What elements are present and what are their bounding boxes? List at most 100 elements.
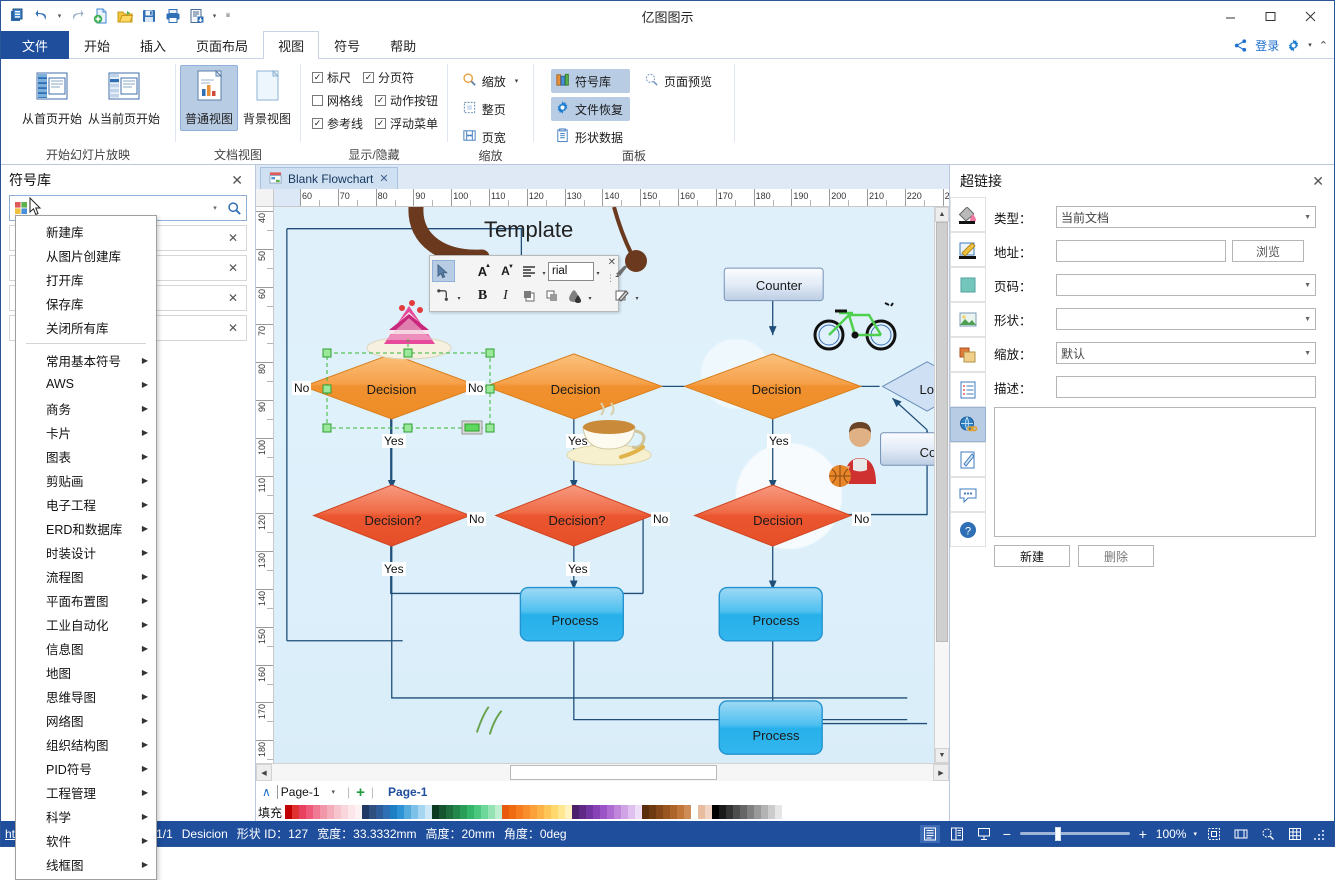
color-swatch[interactable] xyxy=(299,805,307,819)
font-name-field[interactable]: rial xyxy=(548,261,594,281)
menu-item-network[interactable]: 网络图 ▶ xyxy=(16,708,156,732)
color-swatch[interactable] xyxy=(341,805,349,819)
login-link[interactable]: 登录 xyxy=(1255,37,1279,54)
menu-item-project[interactable]: 工程管理 ▶ xyxy=(16,780,156,804)
fill-color-icon[interactable] xyxy=(563,285,586,307)
new-hyperlink-button[interactable]: 新建 xyxy=(994,545,1070,567)
menu-item-infographic[interactable]: 信息图 ▶ xyxy=(16,636,156,660)
color-swatch[interactable] xyxy=(656,805,664,819)
diagram-canvas[interactable]: Template Decision Decision Decision Deci… xyxy=(274,207,934,763)
zoom-dropdown-caret[interactable]: ▾ xyxy=(515,77,519,85)
color-swatch[interactable] xyxy=(502,805,510,819)
menu-item-electronics[interactable]: 电子工程 ▶ xyxy=(16,492,156,516)
menu-item-industrial[interactable]: 工业自动化 ▶ xyxy=(16,612,156,636)
color-swatch[interactable] xyxy=(565,805,573,819)
color-swatch[interactable] xyxy=(586,805,594,819)
help-icon[interactable]: ? xyxy=(950,512,986,547)
tab-layout[interactable]: 页面布局 xyxy=(181,31,263,59)
color-swatch[interactable] xyxy=(327,805,335,819)
tab-view[interactable]: 视图 xyxy=(263,31,320,59)
menu-item-new-lib[interactable]: 新建库 xyxy=(16,219,156,243)
zoom-slider-knob[interactable] xyxy=(1054,826,1061,841)
theme-color-icon[interactable] xyxy=(950,267,986,302)
color-swatch[interactable] xyxy=(705,805,713,819)
share-icon[interactable] xyxy=(1233,38,1248,53)
color-swatch[interactable] xyxy=(754,805,762,819)
presentation-view-icon[interactable] xyxy=(974,825,994,843)
vertical-ruler[interactable]: 40 50 60 70 80 90 100 110 120 130 140 150 160 170 180 xyxy=(256,207,274,763)
zoom-button[interactable]: 缩放 ▾ xyxy=(458,69,526,93)
color-swatch-strip[interactable] xyxy=(285,805,783,819)
delete-hyperlink-button[interactable]: 删除 xyxy=(1078,545,1154,567)
menu-item-aws[interactable]: AWS ▶ xyxy=(16,372,156,396)
shape-label-decision-3[interactable]: Decision xyxy=(659,362,894,416)
menu-item-open-lib[interactable]: 打开库 xyxy=(16,267,156,291)
collapse-pages-icon[interactable]: ∧ xyxy=(262,785,271,799)
gear-icon[interactable] xyxy=(1286,38,1301,53)
menu-item-fashion[interactable]: 时装设计 ▶ xyxy=(16,540,156,564)
line-style-dropdown-caret[interactable]: ▾ xyxy=(633,285,641,307)
color-swatch[interactable] xyxy=(572,805,580,819)
color-swatch[interactable] xyxy=(348,805,356,819)
page-width-button[interactable]: 页宽 xyxy=(458,125,526,149)
color-swatch[interactable] xyxy=(334,805,342,819)
color-swatch[interactable] xyxy=(677,805,685,819)
color-swatch[interactable] xyxy=(712,805,720,819)
color-swatch[interactable] xyxy=(579,805,587,819)
page-name-label[interactable]: Page-1 xyxy=(276,785,320,799)
menu-item-software[interactable]: 软件 ▶ xyxy=(16,828,156,852)
zoom-select[interactable]: 默认 ▼ xyxy=(1056,342,1316,364)
file-recovery-button[interactable]: 文件恢复 xyxy=(550,97,630,121)
color-swatch[interactable] xyxy=(628,805,636,819)
browse-button[interactable]: 浏览 xyxy=(1232,240,1304,262)
connector-tool-icon[interactable] xyxy=(432,285,455,307)
menu-item-basic[interactable]: 常用基本符号 ▶ xyxy=(16,348,156,372)
shape-label-process-3[interactable]: Process xyxy=(724,708,828,762)
close-button[interactable] xyxy=(1290,3,1330,29)
note-icon[interactable] xyxy=(950,442,986,477)
zoom-dropdown-caret[interactable]: ▾ xyxy=(1193,830,1197,838)
menu-item-wireframe[interactable]: 线框图 ▶ xyxy=(16,852,156,876)
menu-item-clipart[interactable]: 剪贴画 ▶ xyxy=(16,468,156,492)
scroll-left-arrow-icon[interactable]: ◀ xyxy=(256,764,272,781)
address-input[interactable] xyxy=(1056,240,1226,262)
vertical-scrollbar[interactable]: ▲ ▼ xyxy=(934,207,949,763)
menu-item-business[interactable]: 商务 ▶ xyxy=(16,396,156,420)
checkbox-guideline[interactable]: ✓ 参考线 xyxy=(311,115,363,132)
zoom-slider[interactable] xyxy=(1019,826,1130,842)
color-swatch[interactable] xyxy=(516,805,524,819)
fit-width-icon[interactable] xyxy=(1231,825,1251,843)
color-swatch[interactable] xyxy=(642,805,650,819)
hyperlink-list-box[interactable] xyxy=(994,407,1316,537)
menu-item-pid[interactable]: PID符号 ▶ xyxy=(16,756,156,780)
normal-view-button[interactable]: 普通视图 xyxy=(180,65,238,131)
bicycle-clipart[interactable] xyxy=(809,299,901,351)
color-swatch[interactable] xyxy=(523,805,531,819)
horizontal-scroll-track[interactable] xyxy=(272,764,933,781)
search-icon[interactable] xyxy=(222,201,246,216)
color-swatch[interactable] xyxy=(313,805,321,819)
color-swatch[interactable] xyxy=(551,805,559,819)
color-swatch[interactable] xyxy=(607,805,615,819)
resize-grip[interactable] xyxy=(1312,828,1324,840)
coffee-clipart[interactable] xyxy=(559,395,659,467)
color-swatch[interactable] xyxy=(306,805,314,819)
menu-item-lib-from-image[interactable]: 从图片创建库 xyxy=(16,243,156,267)
color-swatch[interactable] xyxy=(467,805,475,819)
close-icon[interactable]: ✕ xyxy=(608,257,616,268)
close-icon[interactable]: ✕ xyxy=(228,261,238,275)
color-swatch[interactable] xyxy=(775,805,783,819)
checkbox-page-break[interactable]: ✓ 分页符 xyxy=(363,69,414,86)
color-swatch[interactable] xyxy=(530,805,538,819)
color-swatch[interactable] xyxy=(411,805,419,819)
align-text-icon[interactable] xyxy=(517,260,540,282)
menu-item-orgchart[interactable]: 组织结构图 ▶ xyxy=(16,732,156,756)
page-dropdown-caret[interactable]: ▾ xyxy=(326,788,342,796)
page-select[interactable]: ▼ xyxy=(1056,274,1316,296)
horizontal-scrollbar[interactable]: ◀ ▶ xyxy=(256,763,949,781)
checkbox-gridline[interactable]: 网格线 xyxy=(311,92,363,109)
color-swatch[interactable] xyxy=(481,805,489,819)
color-swatch[interactable] xyxy=(474,805,482,819)
horizontal-scroll-thumb[interactable] xyxy=(510,765,717,780)
color-swatch[interactable] xyxy=(383,805,391,819)
